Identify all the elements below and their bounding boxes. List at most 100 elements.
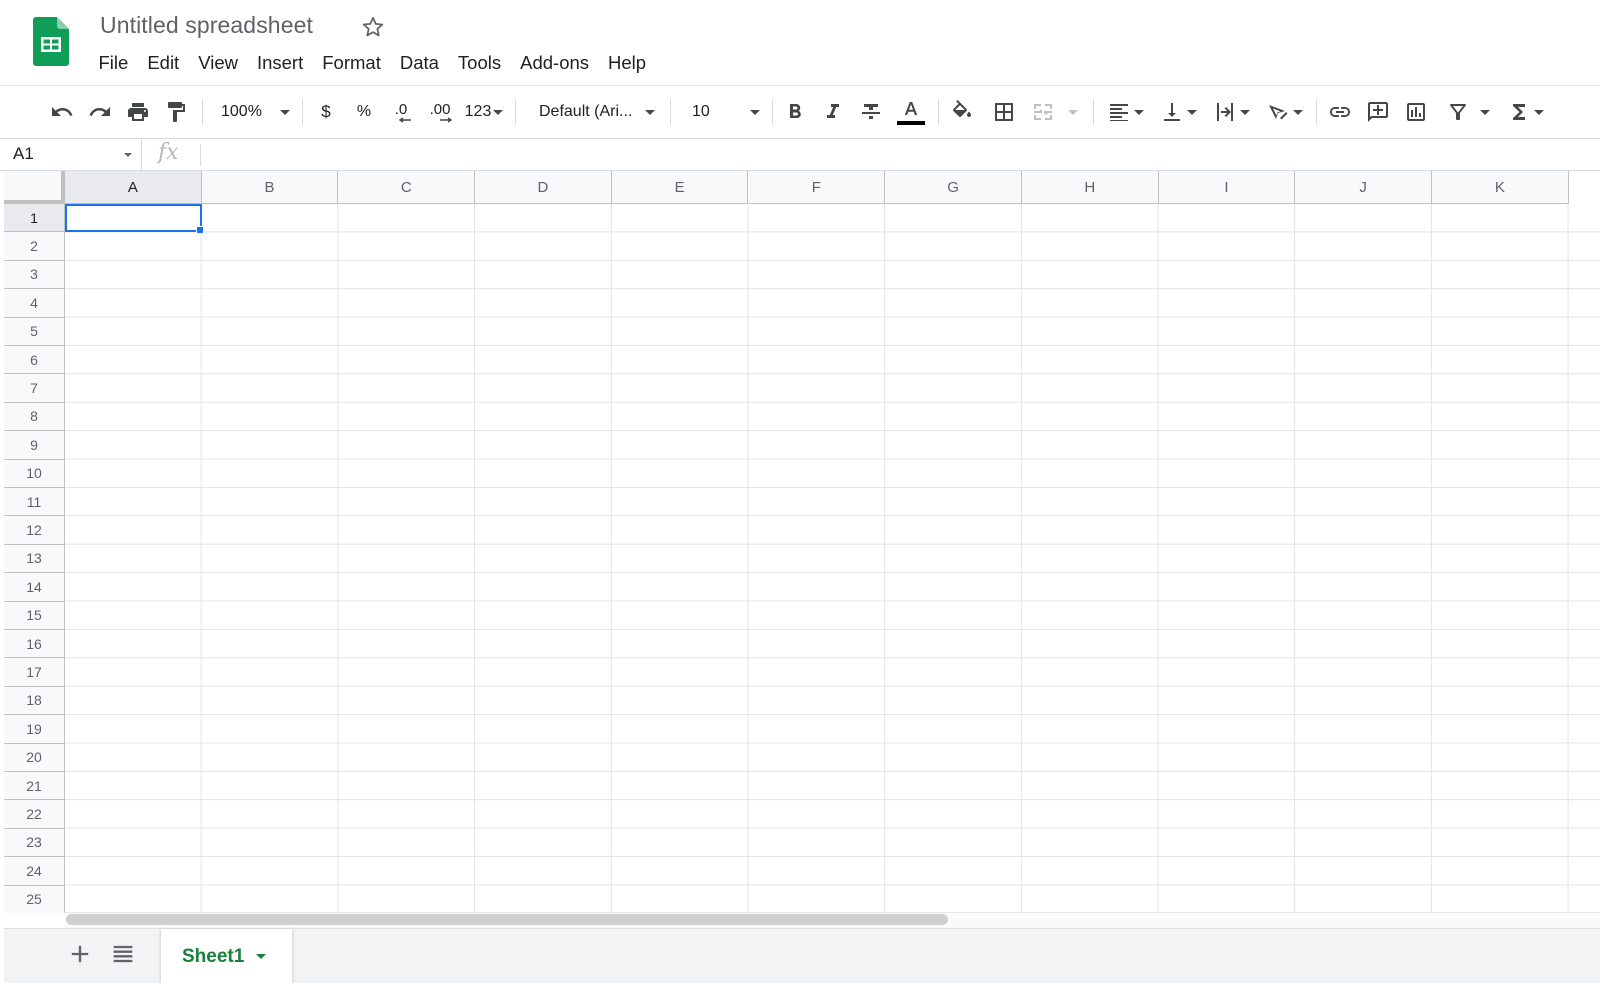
menu-tools[interactable]: Tools [448, 48, 510, 78]
add-sheet-icon[interactable] [66, 940, 94, 968]
decrease-decimal-button[interactable]: .0 [386, 98, 416, 126]
formula-separator [200, 144, 201, 166]
increase-decimal-button[interactable]: .00 [424, 98, 456, 126]
column-header-c[interactable]: C [338, 171, 476, 204]
undo-icon[interactable] [48, 98, 76, 126]
row-header-17[interactable]: 17 [4, 658, 65, 687]
chevron-down-icon[interactable] [256, 954, 267, 959]
borders-icon[interactable] [990, 98, 1018, 126]
fill-color-icon[interactable] [948, 98, 976, 126]
column-header-a[interactable]: A [65, 171, 202, 204]
bold-icon[interactable] [781, 98, 809, 126]
decrease-decimal-label: .0 [394, 100, 408, 118]
row-header-8[interactable]: 8 [4, 402, 65, 432]
text-color-swatch [897, 120, 925, 125]
selected-cell[interactable] [65, 204, 202, 233]
insert-chart-icon[interactable] [1402, 98, 1430, 126]
menu-data[interactable]: Data [390, 48, 448, 78]
vertical-align-icon[interactable] [1155, 98, 1201, 126]
row-header-20[interactable]: 20 [4, 743, 65, 772]
column-header-e[interactable]: E [611, 171, 749, 204]
menu-view[interactable]: View [189, 48, 248, 78]
row-header-23[interactable]: 23 [4, 828, 65, 858]
row-header-9[interactable]: 9 [4, 431, 65, 460]
select-all-corner[interactable] [4, 171, 65, 204]
row-header-7[interactable]: 7 [4, 374, 65, 403]
print-icon[interactable] [124, 98, 152, 126]
column-header-k[interactable]: K [1432, 171, 1569, 204]
menu-help[interactable]: Help [599, 48, 656, 78]
sheets-logo[interactable] [33, 17, 69, 66]
sheet-tab-sheet1[interactable]: Sheet1 [161, 929, 292, 984]
row-header-19[interactable]: 19 [4, 715, 65, 744]
menu-edit[interactable]: Edit [138, 48, 189, 78]
font-family-select[interactable]: Default (Ari... [532, 98, 662, 126]
column-header-f[interactable]: F [748, 171, 886, 204]
strikethrough-icon[interactable] [857, 98, 885, 126]
filter-icon[interactable] [1442, 98, 1494, 126]
currency-format-button[interactable]: $ [313, 98, 339, 126]
toolbar-separator [772, 99, 773, 125]
menu-add-ons[interactable]: Add-ons [511, 48, 599, 78]
horizontal-scrollbar-thumb[interactable] [66, 914, 948, 925]
menu-insert[interactable]: Insert [247, 48, 312, 78]
name-box[interactable]: A1 [0, 139, 142, 170]
redo-icon[interactable] [86, 98, 114, 126]
row-header-2[interactable]: 2 [4, 232, 65, 261]
text-rotation-icon[interactable] [1261, 98, 1307, 126]
text-color-icon[interactable] [895, 98, 927, 126]
all-sheets-icon[interactable] [109, 940, 137, 968]
row-header-18[interactable]: 18 [4, 686, 65, 716]
row-header-3[interactable]: 3 [4, 260, 65, 290]
zoom-select[interactable]: 100% [214, 98, 294, 126]
more-formats-button[interactable]: 123 [462, 98, 506, 126]
row-header-21[interactable]: 21 [4, 772, 65, 801]
row-header-16[interactable]: 16 [4, 630, 65, 659]
row-header-6[interactable]: 6 [4, 346, 65, 375]
row-header-24[interactable]: 24 [4, 857, 65, 886]
percent-label: % [356, 103, 372, 120]
insert-comment-icon[interactable] [1364, 98, 1392, 126]
row-header-11[interactable]: 11 [4, 488, 65, 517]
paint-format-icon[interactable] [162, 98, 190, 126]
functions-icon[interactable] [1502, 98, 1548, 126]
row-header-1[interactable]: 1 [4, 204, 65, 233]
merge-cells-icon[interactable] [1030, 98, 1084, 126]
column-header-h[interactable]: H [1021, 171, 1159, 204]
menu-bar: File Edit View Insert Format Data Tools … [89, 48, 656, 78]
toolbar: 100% $ % .0 .00 123 Default (Ari... 10 [0, 87, 1600, 139]
increase-decimal-label: .00 [429, 100, 451, 118]
column-header-b[interactable]: B [201, 171, 339, 204]
toolbar-separator [302, 99, 303, 125]
menu-file[interactable]: File [89, 48, 138, 78]
text-wrapping-icon[interactable] [1208, 98, 1254, 126]
font-size-select[interactable]: 10 [684, 98, 764, 126]
toolbar-separator [202, 99, 203, 125]
row-header-14[interactable]: 14 [4, 573, 65, 602]
italic-icon[interactable] [819, 98, 847, 126]
row-header-25[interactable]: 25 [4, 885, 65, 913]
row-header-4[interactable]: 4 [4, 289, 65, 318]
horizontal-align-icon[interactable] [1102, 98, 1148, 126]
column-header-d[interactable]: D [475, 171, 612, 204]
row-header-5[interactable]: 5 [4, 317, 65, 346]
row-header-12[interactable]: 12 [4, 516, 65, 545]
row-header-22[interactable]: 22 [4, 800, 65, 829]
insert-link-icon[interactable] [1326, 98, 1354, 126]
row-header-13[interactable]: 13 [4, 544, 65, 574]
menu-format[interactable]: Format [313, 48, 391, 78]
chevron-down-icon [1068, 109, 1078, 115]
row-header-10[interactable]: 10 [4, 459, 65, 488]
star-icon[interactable] [360, 14, 386, 40]
row-header-15[interactable]: 15 [4, 601, 65, 630]
font-family-value: Default (Ari... [539, 103, 633, 120]
spreadsheet-grid: ABCDEFGHIJK 1 2 3 4 5 6 7 8 9 10 11 12 13 14 15 16 17 18 1… [4, 171, 1600, 913]
column-header-j[interactable]: J [1295, 171, 1432, 204]
fill-handle[interactable] [196, 226, 204, 234]
column-header-i[interactable]: I [1158, 171, 1296, 204]
cell-area[interactable] [65, 204, 1600, 913]
document-title[interactable]: Untitled spreadsheet [100, 12, 313, 39]
column-header-g[interactable]: G [885, 171, 1022, 204]
formula-input[interactable] [210, 143, 1580, 167]
percent-format-button[interactable]: % [351, 98, 377, 126]
